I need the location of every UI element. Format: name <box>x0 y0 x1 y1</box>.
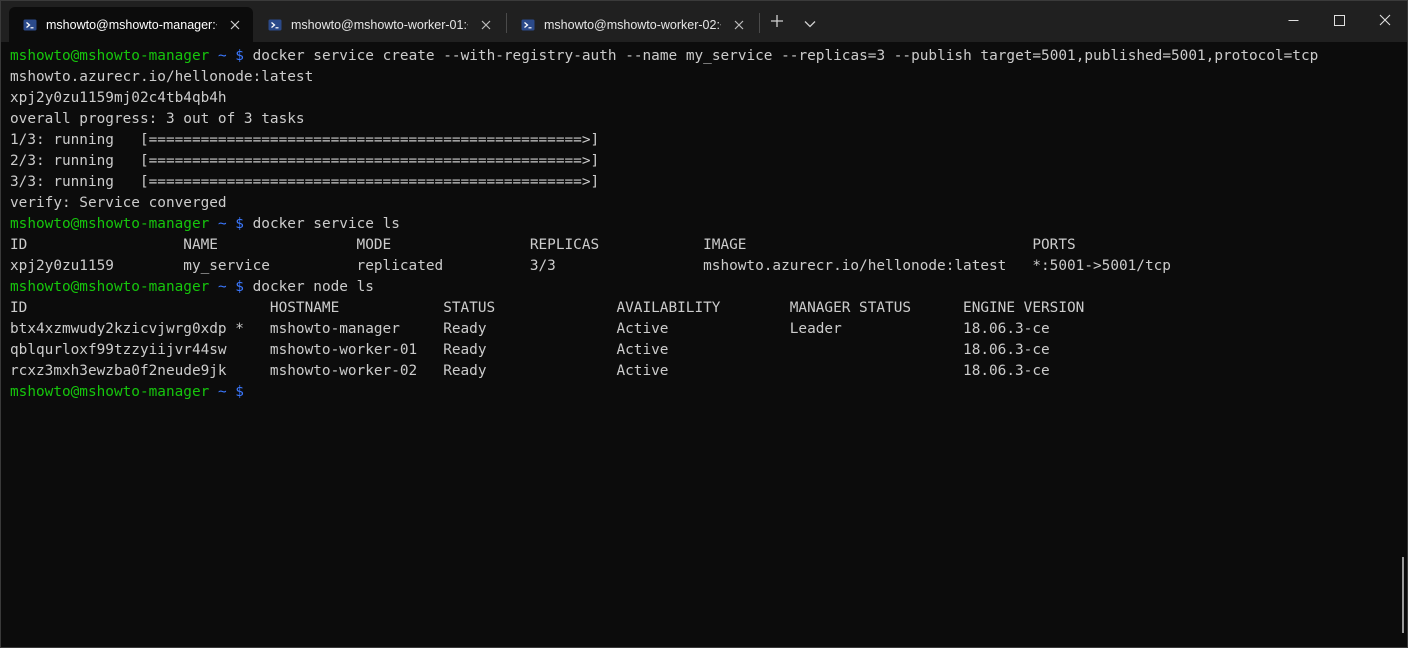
prompt-line: mshowto@mshowto-manager ~ $ <box>10 382 1397 403</box>
title-bar[interactable]: mshowto@mshowto-manager:~ mshowto@mshowt… <box>1 1 1407 42</box>
output-line: overall progress: 3 out of 3 tasks <box>10 111 305 127</box>
prompt-user: mshowto@mshowto-manager <box>10 384 210 400</box>
close-icon <box>1379 11 1391 30</box>
output-line: verify: Service converged <box>10 195 227 211</box>
prompt-symbol: $ <box>235 384 244 400</box>
prompt-symbol: $ <box>235 279 244 295</box>
tab-worker-01[interactable]: mshowto@mshowto-worker-01:~ <box>254 7 504 42</box>
prompt-path: ~ <box>217 384 227 400</box>
prompt-path: ~ <box>217 279 227 295</box>
prompt-symbol: $ <box>235 48 244 64</box>
powershell-icon <box>268 18 282 32</box>
new-tab-button[interactable] <box>764 7 790 37</box>
output-line: rcxz3mxh3ewzba0f2neude9jk mshowto-worker… <box>10 363 1050 379</box>
prompt-user: mshowto@mshowto-manager <box>10 279 210 295</box>
terminal-window: mshowto@mshowto-manager:~ mshowto@mshowt… <box>0 0 1408 648</box>
close-icon[interactable] <box>731 17 747 33</box>
output-line: ID NAME MODE REPLICAS IMAGE PORTS <box>10 237 1076 253</box>
tab-worker-02[interactable]: mshowto@mshowto-worker-02:~ <box>507 7 757 42</box>
prompt-line: mshowto@mshowto-manager ~ $ docker servi… <box>10 214 1397 235</box>
prompt-user: mshowto@mshowto-manager <box>10 216 210 232</box>
prompt-user: mshowto@mshowto-manager <box>10 48 210 64</box>
prompt-line: mshowto@mshowto-manager ~ $ docker servi… <box>10 46 1397 67</box>
prompt-path: ~ <box>217 48 227 64</box>
output-line: ID HOSTNAME STATUS AVAILABILITY MANAGER … <box>10 300 1085 316</box>
command-text: docker service create --with-registry-au… <box>252 48 1319 64</box>
scrollbar-thumb[interactable] <box>1402 557 1404 633</box>
powershell-icon <box>23 18 37 32</box>
chevron-down-icon <box>804 13 816 32</box>
prompt-symbol: $ <box>235 216 244 232</box>
command-text: docker node ls <box>252 279 374 295</box>
powershell-icon <box>521 18 535 32</box>
minimize-icon <box>1288 11 1299 30</box>
output-line: mshowto.azurecr.io/hellonode:latest <box>10 69 314 85</box>
close-window-button[interactable] <box>1362 1 1408 39</box>
close-icon[interactable] <box>478 17 494 33</box>
tab-label: mshowto@mshowto-manager:~ <box>46 17 217 32</box>
prompt-path: ~ <box>217 216 227 232</box>
output-line: qblqurloxf99tzzyiijvr44sw mshowto-worker… <box>10 342 1050 358</box>
output-line: xpj2y0zu1159 my_service replicated 3/3 m… <box>10 258 1171 274</box>
output-line: 3/3: running [==========================… <box>10 174 600 190</box>
tab-label: mshowto@mshowto-worker-02:~ <box>544 17 721 32</box>
tab-dropdown-button[interactable] <box>797 7 823 37</box>
output-line: 2/3: running [==========================… <box>10 153 600 169</box>
tab-manager[interactable]: mshowto@mshowto-manager:~ <box>9 7 253 42</box>
output-line: 1/3: running [==========================… <box>10 132 600 148</box>
output-line: xpj2y0zu1159mj02c4tb4qb4h <box>10 90 227 106</box>
prompt-line: mshowto@mshowto-manager ~ $ docker node … <box>10 277 1397 298</box>
tab-label: mshowto@mshowto-worker-01:~ <box>291 17 468 32</box>
command-text: docker service ls <box>252 216 400 232</box>
terminal-output[interactable]: mshowto@mshowto-manager ~ $ docker servi… <box>10 46 1397 643</box>
tab-separator <box>759 13 760 33</box>
close-icon[interactable] <box>227 17 243 33</box>
maximize-icon <box>1333 11 1345 30</box>
maximize-button[interactable] <box>1316 1 1362 39</box>
minimize-button[interactable] <box>1270 1 1316 39</box>
output-line: btx4xzmwudy2kzicvjwrg0xdp * mshowto-mana… <box>10 321 1050 337</box>
plus-icon <box>770 13 784 32</box>
